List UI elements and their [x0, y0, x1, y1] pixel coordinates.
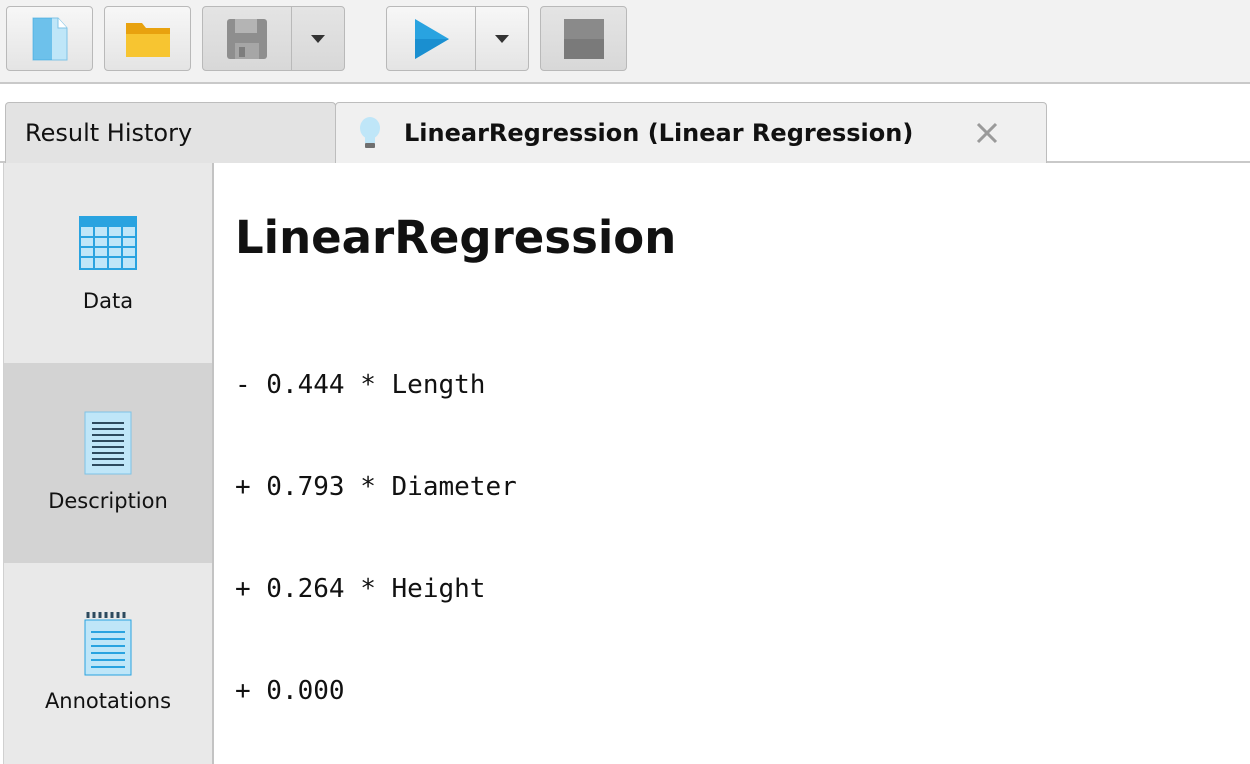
run-icon: [415, 18, 449, 59]
model-equation: - 0.444 * Length + 0.793 * Diameter + 0.…: [235, 300, 517, 764]
tab-label: Result History: [25, 119, 193, 147]
tab-result-history[interactable]: Result History: [5, 102, 336, 163]
new-file-icon: [32, 17, 67, 60]
new-file-button[interactable]: [6, 6, 93, 71]
tab-bar: Result History LinearRegression (Linear …: [0, 84, 1250, 163]
notepad-icon: [78, 612, 138, 676]
sidebar-item-label: Annotations: [44, 689, 172, 713]
run-split-button[interactable]: [386, 6, 529, 71]
model-line: + 0.000: [235, 676, 345, 706]
model-line: + 0.793 * Diameter: [235, 472, 517, 502]
stop-button[interactable]: [540, 6, 627, 71]
close-tab-button[interactable]: [974, 120, 1000, 146]
document-icon: [78, 411, 138, 475]
lightbulb-icon: [360, 117, 380, 148]
run-button[interactable]: [387, 7, 476, 70]
toolbar: [0, 0, 1250, 84]
sidebar-item-label: Description: [48, 489, 168, 513]
sidebar-item-label: Data: [82, 289, 134, 313]
model-line: + 0.264 * Height: [235, 574, 486, 604]
sidebar: Data Description Annotations: [3, 163, 214, 764]
sidebar-item-annotations[interactable]: Annotations: [4, 563, 212, 763]
tab-label: LinearRegression (Linear Regression): [404, 119, 914, 147]
stop-icon: [563, 18, 604, 59]
save-button[interactable]: [203, 7, 292, 70]
sidebar-item-data[interactable]: Data: [4, 163, 212, 363]
open-button[interactable]: [104, 6, 191, 71]
model-line: - 0.444 * Length: [235, 370, 486, 400]
save-dropdown-button[interactable]: [292, 7, 344, 70]
chevron-down-icon: [311, 34, 325, 43]
description-panel: LinearRegression - 0.444 * Length + 0.79…: [214, 163, 1250, 764]
close-icon: [976, 122, 998, 144]
chevron-down-icon: [495, 34, 509, 43]
table-icon: [78, 213, 138, 273]
open-folder-icon: [125, 22, 170, 57]
run-dropdown-button[interactable]: [476, 7, 528, 70]
save-split-button[interactable]: [202, 6, 345, 71]
page-title: LinearRegression: [235, 211, 677, 264]
save-icon: [227, 18, 267, 59]
tab-linear-regression[interactable]: LinearRegression (Linear Regression): [335, 102, 1047, 163]
sidebar-item-description[interactable]: Description: [4, 363, 212, 563]
